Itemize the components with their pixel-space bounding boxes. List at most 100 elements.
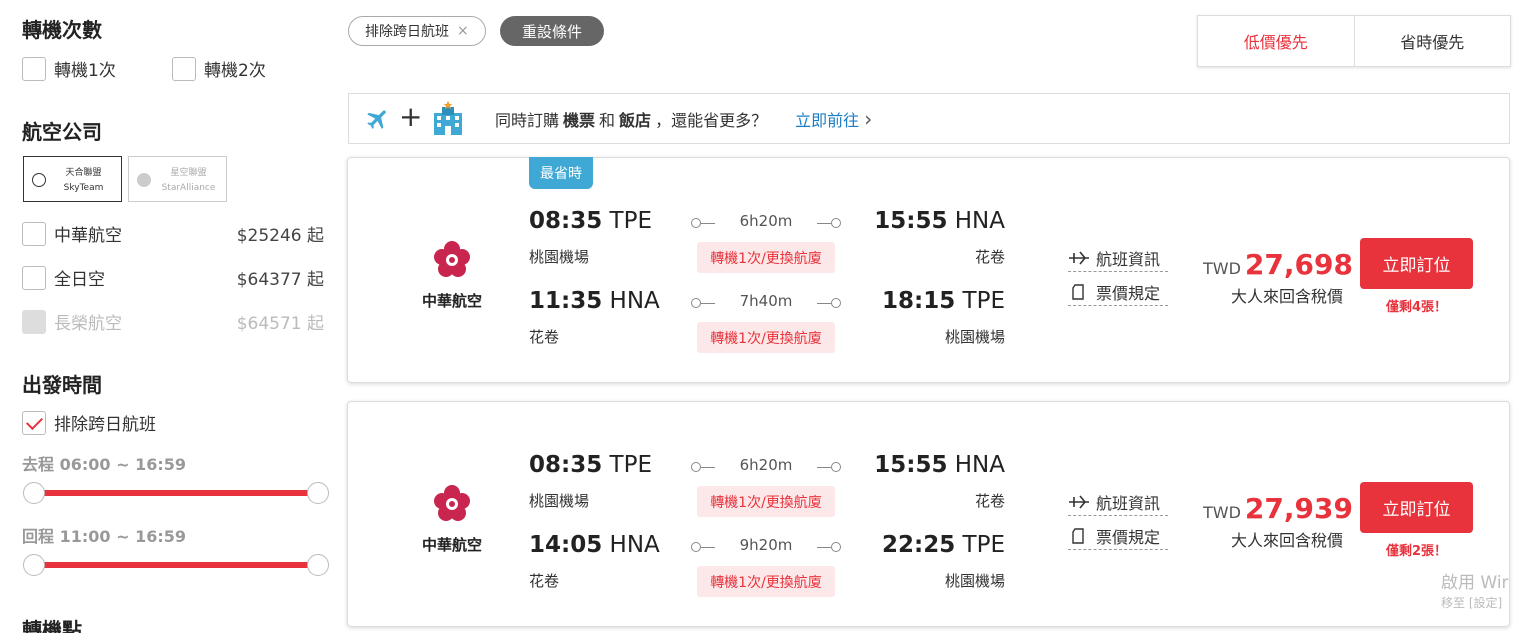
price: 27,698 [1244, 248, 1353, 281]
outbound-time-slider[interactable] [23, 482, 329, 504]
checkbox [22, 309, 46, 334]
return-range-label: 回程 11:00 ~ 16:59 [22, 523, 186, 547]
chip-label: 排除跨日航班 [365, 24, 449, 40]
arr-airport: 花卷 [974, 492, 1005, 510]
reset-filters-button[interactable]: 重設條件 [500, 16, 605, 46]
checkbox[interactable] [172, 56, 196, 81]
flight-info-label: 航班資訊 [1096, 249, 1161, 269]
outbound-range-label: 去程 06:00 ~ 16:59 [22, 451, 186, 475]
checkbox[interactable] [22, 221, 46, 246]
alliance-staralliance[interactable]: 星空聯盟 StarAlliance [128, 156, 227, 202]
filter-chip-exclude-overnight[interactable]: 排除跨日航班 × [348, 16, 486, 46]
slider-handle-start[interactable] [23, 554, 45, 576]
airplane-icon [1069, 494, 1089, 509]
fastest-badge: 最省時 [529, 157, 593, 189]
return-time-slider[interactable] [23, 554, 329, 576]
duration: 6h20m [739, 212, 793, 230]
chevron-right-icon: › [864, 106, 873, 131]
close-icon[interactable]: × [457, 23, 469, 39]
alliance-sub: SkyTeam [63, 183, 104, 193]
checkbox[interactable] [22, 265, 46, 290]
info-links: 航班資訊 票價規定 [1068, 490, 1168, 550]
departure: 14:05 HNA [529, 532, 660, 558]
dep-time: 08:35 [529, 452, 603, 478]
checkbox-checked[interactable] [22, 410, 46, 435]
route-line [817, 303, 831, 304]
activation-watermark: 啟用 Wir [1441, 573, 1509, 593]
flight-info-link[interactable]: 航班資訊 [1068, 246, 1168, 272]
route-dot [831, 298, 841, 308]
sort-toggle: 低價優先 省時優先 [1197, 15, 1511, 67]
plum-blossom-icon [434, 485, 470, 521]
route-dot [831, 218, 841, 228]
arr-airport: 桃園機場 [944, 328, 1005, 346]
airline-price: $64377 起 [236, 270, 324, 290]
arr-code: HNA [954, 208, 1005, 234]
filter-transfer-1[interactable]: 轉機1次 [22, 56, 116, 81]
dep-code: HNA [609, 288, 660, 314]
flight-info-link[interactable]: 航班資訊 [1068, 490, 1168, 516]
range-value: 11:00 ~ 16:59 [59, 527, 186, 546]
price-box: TWD 27,698 大人來回含稅價 [1203, 248, 1353, 307]
promo-link-label: 立即前往 [795, 110, 860, 130]
airline-logo: 中華航空 [412, 238, 492, 311]
stop-info: 轉機1次/更換航廈 [697, 486, 835, 517]
book-now-button[interactable]: 立即訂位 [1360, 482, 1473, 533]
flight-card[interactable]: 中華航空 08:35 TPE 桃園機場 6h20m 轉機1次/更換航廈 15:5… [347, 401, 1510, 627]
airline-name: 中華航空 [421, 536, 482, 554]
dep-airport: 花卷 [529, 328, 560, 346]
promo-go-link[interactable]: 立即前往 › [795, 107, 872, 131]
slider-handle-end[interactable] [307, 482, 329, 504]
promo-banner: + 同時訂購 機票和飯店 ，還能省更多？ 立即前往 › [348, 93, 1510, 144]
fare-rules-link[interactable]: 票價規定 [1068, 280, 1168, 306]
activation-watermark-sub: 移至 [設定] [1441, 596, 1503, 610]
fare-rules-label: 票價規定 [1096, 283, 1161, 303]
radio-icon [137, 173, 151, 187]
filter-airline-ana[interactable]: 全日空 $64377 起 [22, 265, 324, 290]
promo-icons: + [365, 100, 495, 137]
stop-info: 轉機1次/更換航廈 [697, 242, 835, 273]
currency: TWD [1203, 259, 1241, 278]
duration: 7h40m [739, 292, 793, 310]
dep-code: TPE [609, 452, 652, 478]
info-links: 航班資訊 票價規定 [1068, 246, 1168, 306]
filter-exclude-overnight[interactable]: 排除跨日航班 [22, 410, 156, 435]
sort-lowest-price[interactable]: 低價優先 [1198, 16, 1355, 66]
arr-airport: 桃園機場 [944, 572, 1005, 590]
arr-time: 22:25 [882, 532, 956, 558]
sort-fastest[interactable]: 省時優先 [1355, 16, 1511, 66]
flight-card[interactable]: 最省時 中華航空 08:35 TPE 桃園機場 6h20m 轉機1次/更換航廈 … [347, 157, 1510, 383]
hotel-icon [434, 100, 463, 135]
slider-handle-start[interactable] [23, 482, 45, 504]
alliance-name: 星空聯盟 [170, 168, 207, 178]
slider-handle-end[interactable] [307, 554, 329, 576]
filter-label: 轉機2次 [204, 61, 266, 81]
price: 27,939 [1244, 492, 1353, 525]
arr-time: 18:15 [882, 288, 956, 314]
arr-time: 15:55 [874, 208, 948, 234]
transit-point-title: 轉機點 [22, 618, 82, 633]
filter-transfer-2[interactable]: 轉機2次 [172, 56, 266, 81]
alliance-name: 天合聯盟 [65, 168, 102, 178]
radio-icon [32, 173, 46, 187]
arr-code: TPE [962, 532, 1005, 558]
fare-rules-link[interactable]: 票價規定 [1068, 524, 1168, 550]
dep-airport: 花卷 [529, 572, 560, 590]
book-now-button[interactable]: 立即訂位 [1360, 238, 1473, 289]
alliance-skyteam[interactable]: 天合聯盟 SkyTeam [23, 156, 122, 202]
seats-remaining: 僅剩4張！ [1385, 300, 1448, 315]
alliance-sub: StarAlliance [161, 183, 216, 193]
outbound-leg: 08:35 TPE 桃園機場 6h20m 轉機1次/更換航廈 15:55 HNA… [529, 452, 1009, 522]
airline-price: $64571 起 [236, 314, 324, 334]
flight-info-label: 航班資訊 [1096, 493, 1161, 513]
arrival: 15:55 HNA [874, 208, 1005, 234]
return-leg: 11:35 HNA 花卷 7h40m 轉機1次/更換航廈 18:15 TPE 桃… [529, 288, 1009, 358]
document-icon [1072, 527, 1084, 544]
filter-airline-eva: 長榮航空 $64571 起 [22, 309, 324, 334]
route-dot [831, 462, 841, 472]
checkbox[interactable] [22, 56, 46, 81]
departure-time-title: 出發時間 [22, 373, 102, 397]
filter-airline-china[interactable]: 中華航空 $25246 起 [22, 221, 324, 246]
seats-remaining: 僅剩2張！ [1385, 544, 1448, 559]
airline-label: 中華航空 [54, 226, 122, 246]
